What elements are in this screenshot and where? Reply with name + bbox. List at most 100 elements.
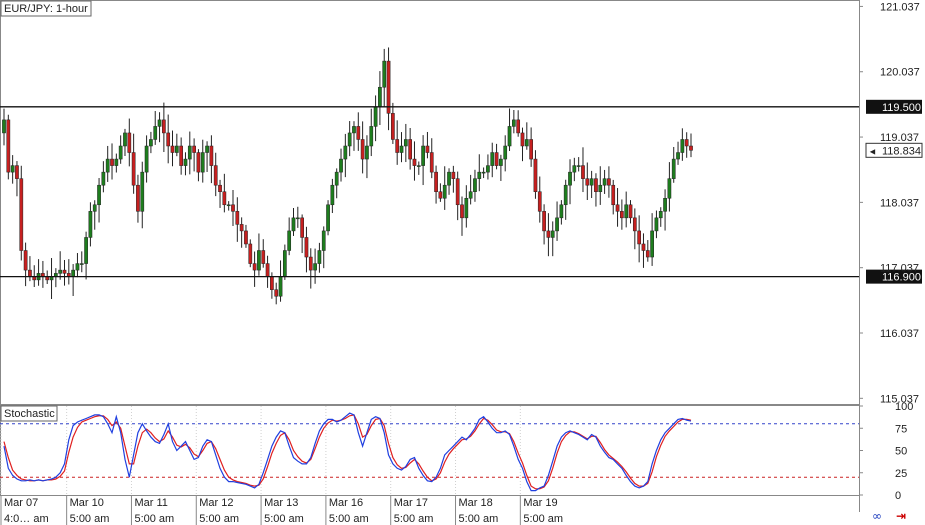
candle-body <box>403 139 408 147</box>
candle-body <box>287 230 292 251</box>
candle-body <box>503 145 508 160</box>
price-chart[interactable]: 119.500116.900◄ 118.834 121.037120.037119… <box>0 0 925 525</box>
stochastic-tick-label: 50 <box>895 446 907 458</box>
candle-body <box>378 86 382 108</box>
candle-body <box>537 191 542 212</box>
candle-body <box>123 132 127 147</box>
candle-body <box>295 217 300 220</box>
arrow-right-icon[interactable]: ⇥ <box>896 510 906 522</box>
candle-body <box>365 145 369 160</box>
candle-body <box>563 184 568 206</box>
stochastic-panel-frame <box>0 405 860 496</box>
candle-body <box>663 198 667 212</box>
candle-body <box>434 171 438 192</box>
candle-body <box>187 145 192 160</box>
candle-body <box>650 230 654 258</box>
candle-body <box>637 230 642 245</box>
candle-body <box>205 145 209 153</box>
candle-body <box>671 158 676 179</box>
candle-body <box>174 145 179 153</box>
candle-body <box>468 191 473 199</box>
candlestick-series <box>2 47 693 305</box>
candle-body <box>235 211 240 225</box>
date-label: Mar 10 <box>70 497 104 509</box>
candle-body <box>533 158 538 192</box>
candle-body <box>239 224 244 232</box>
candle-body <box>274 289 279 297</box>
candle-body <box>300 217 304 238</box>
time-label: 4:0… am <box>4 513 49 525</box>
stochastic-k-line <box>3 412 692 492</box>
candle-body <box>399 145 404 153</box>
candle-body <box>684 139 689 147</box>
candle-body <box>442 184 447 199</box>
stochastic-d-line <box>3 414 692 490</box>
candle-body <box>689 145 693 151</box>
price-tick-label: 120.037 <box>880 67 920 79</box>
candle-body <box>589 178 594 186</box>
candle-body <box>226 204 231 207</box>
candle-body <box>464 198 469 219</box>
stochastic-tick-label: 75 <box>895 423 907 435</box>
candle-body <box>524 139 529 147</box>
candle-body <box>282 250 287 277</box>
time-label: 5:00 am <box>329 513 369 525</box>
candle-body <box>356 126 361 140</box>
time-label: 5:00 am <box>459 513 499 525</box>
candle-body <box>680 139 685 153</box>
link-icon[interactable]: ∞ <box>872 510 882 522</box>
last-price-arrow-icon: ◄ <box>868 146 877 156</box>
candle-body <box>127 132 132 153</box>
candle-body <box>326 204 330 232</box>
candle-body <box>455 178 460 206</box>
candle-body <box>615 204 620 212</box>
candle-body <box>382 60 387 88</box>
candle-body <box>494 152 499 166</box>
candle-body <box>676 152 680 160</box>
candle-body <box>572 165 577 173</box>
candle-body <box>624 204 629 219</box>
candle-body <box>602 178 607 186</box>
candle-body <box>477 171 482 179</box>
candle-body <box>166 132 171 147</box>
candle-body <box>79 263 84 265</box>
time-label: 5:00 am <box>264 513 304 525</box>
date-label: Mar 17 <box>394 497 428 509</box>
candle-body <box>144 145 149 173</box>
chart-title: EUR/JPY: 1-hour <box>4 3 88 15</box>
candle-body <box>218 184 222 192</box>
candle-body <box>490 152 495 166</box>
candle-body <box>611 184 616 206</box>
candle-body <box>308 256 313 271</box>
candle-body <box>460 204 464 219</box>
candle-body <box>607 178 611 186</box>
candle-body <box>291 217 296 232</box>
stochastic-tick-label: 25 <box>895 468 907 480</box>
candle-body <box>192 145 196 153</box>
candle-body <box>343 145 348 160</box>
candle-body <box>28 269 32 277</box>
candle-body <box>451 171 456 179</box>
candle-body <box>520 132 525 147</box>
candle-body <box>213 165 218 186</box>
candle-body <box>559 204 564 219</box>
candle-body <box>568 171 572 186</box>
candle-body <box>654 217 659 232</box>
candle-body <box>278 276 283 297</box>
date-label: Mar 16 <box>329 497 363 509</box>
stochastic-tick-label: 0 <box>895 490 901 502</box>
candle-body <box>481 171 486 174</box>
price-tick-label: 118.037 <box>880 197 919 209</box>
candle-body <box>140 171 145 212</box>
candle-body <box>105 158 110 173</box>
candle-body <box>270 276 274 290</box>
candle-body <box>546 230 551 238</box>
candle-body <box>209 145 214 166</box>
price-tick-label: 121.037 <box>880 1 920 13</box>
candle-body <box>62 269 67 274</box>
candle-body <box>170 145 175 153</box>
time-label: 5:00 am <box>134 513 174 525</box>
candle-body <box>88 211 93 238</box>
candle-body <box>360 139 365 160</box>
candle-body <box>581 165 585 179</box>
